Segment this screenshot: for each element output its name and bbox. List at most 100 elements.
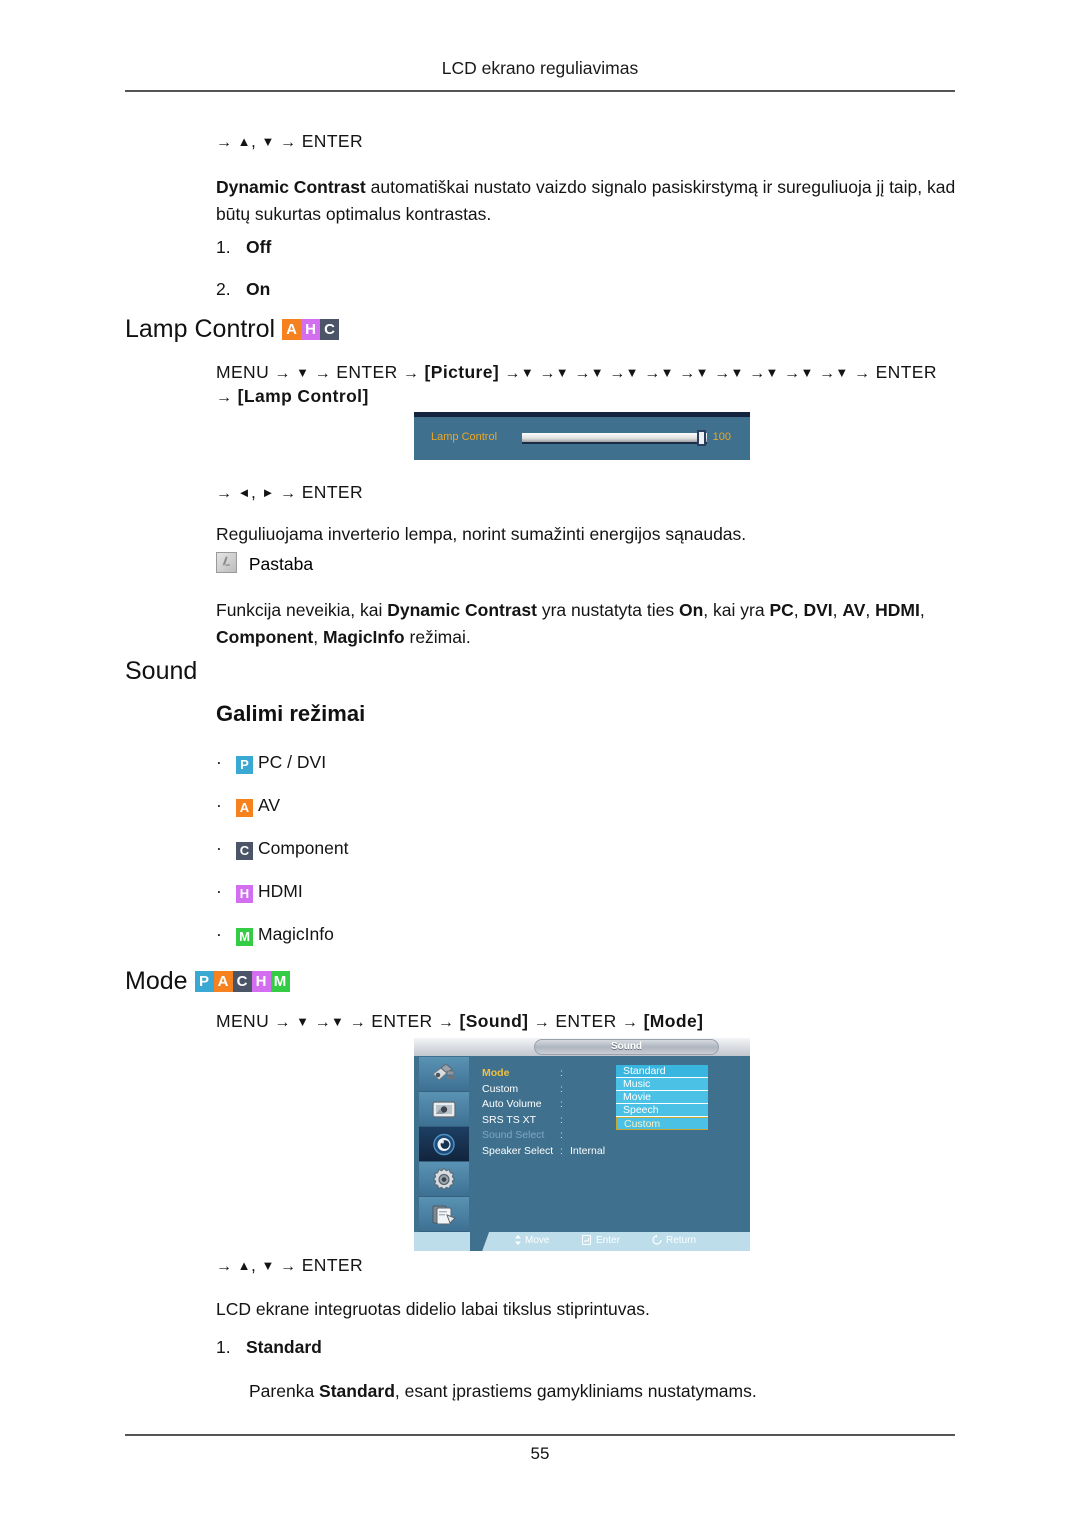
osd-menu-items: Mode: Custom: Auto Volume: SRS TS XT: So… — [482, 1066, 605, 1159]
arrow-glyph: → — [349, 1014, 366, 1031]
note-label: Pastaba — [248, 554, 314, 574]
down-arrow-icon: ▼ — [695, 365, 709, 380]
updown-arrow-icon — [515, 1235, 521, 1245]
note-line-1: Funkcija neveikia, kai Dynamic Contrast … — [216, 600, 925, 647]
arrow-glyph: → — [216, 389, 233, 406]
down-arrow-icon: ▼ — [520, 365, 535, 380]
mode-label: MagicInfo — [258, 924, 334, 944]
osd-item-label: Speaker Select — [482, 1144, 554, 1157]
osd-item-label: Custom — [482, 1082, 519, 1095]
lamp-control-heading: Lamp Control A H C — [125, 315, 340, 344]
enter-label: ENTER — [371, 1011, 433, 1031]
picture-icon[interactable] — [419, 1092, 469, 1127]
arrow-glyph: → — [280, 1258, 297, 1275]
arrow-glyph: → — [280, 134, 297, 151]
list-number: 2. — [216, 279, 231, 299]
return-arrow-icon — [652, 1235, 662, 1245]
down-arrow-icon: ▼ — [331, 1014, 345, 1029]
osd-dropdown-option-movie[interactable]: Movie — [616, 1091, 708, 1104]
osd-title-bar: Sound — [414, 1038, 750, 1056]
bullet-dot: · — [216, 795, 222, 815]
osd-dropdown-option-custom[interactable]: Custom — [616, 1117, 708, 1130]
arrow-glyph: → — [818, 365, 836, 382]
left-arrow-icon: ◄ — [237, 485, 251, 500]
badge-pc: P — [236, 756, 253, 774]
footer-divider — [125, 1434, 955, 1436]
right-arrow-icon: ► — [261, 485, 275, 500]
osd-item-sound-select: Sound Select: — [482, 1128, 605, 1144]
multi-control-icon[interactable] — [419, 1197, 469, 1232]
lamp-control-nav-line: → ◄, ► → ENTER — [216, 482, 363, 503]
osd-item-custom[interactable]: Custom: — [482, 1082, 605, 1098]
arrow-glyph: → — [574, 365, 591, 382]
dynamic-contrast-option-off: 1. Off — [216, 237, 271, 258]
mode-heading: Mode P A C H M — [125, 967, 290, 996]
osd-colon: : — [560, 1082, 563, 1095]
osd-item-srs-ts-xt[interactable]: SRS TS XT: — [482, 1113, 605, 1129]
osd-hint-label: Move — [525, 1235, 550, 1246]
lamp-control-value: 100 — [712, 431, 731, 443]
down-arrow-icon: ▼ — [835, 365, 849, 380]
osd-hint-return: Return — [652, 1235, 696, 1246]
osd-colon: : — [560, 1113, 563, 1126]
arrow-glyph: → — [621, 1014, 639, 1031]
osd-dropdown-option-speech[interactable]: Speech — [616, 1104, 708, 1117]
available-mode-av: · A AV — [216, 795, 280, 817]
osd-item-auto-volume[interactable]: Auto Volume: — [482, 1097, 605, 1113]
available-mode-component: · C Component — [216, 838, 348, 860]
bullet-dot: · — [216, 881, 222, 901]
osd-item-mode[interactable]: Mode: — [482, 1066, 605, 1082]
setup-gear-icon[interactable] — [419, 1162, 469, 1197]
lamp-control-badges: AHC — [282, 315, 340, 343]
osd-icon-column — [419, 1057, 469, 1232]
menu-label: MENU — [216, 362, 270, 382]
down-arrow-icon: ▼ — [625, 365, 639, 380]
arrow-glyph: → — [274, 365, 291, 382]
badge-pc: P — [194, 971, 214, 992]
arrow-glyph: → — [853, 365, 871, 382]
osd-lamp-control-label: Lamp Control — [431, 431, 498, 443]
badge-av: A — [282, 319, 302, 340]
lamp-control-slider-handle[interactable] — [697, 430, 706, 446]
list-number: 1. — [216, 237, 231, 257]
osd-dropdown-option-standard[interactable]: Standard — [616, 1065, 708, 1078]
osd-item-speaker-select[interactable]: Speaker Select: Internal — [482, 1144, 605, 1160]
mode-label: HDMI — [258, 881, 303, 901]
osd-item-label: Sound Select — [482, 1129, 545, 1141]
input-source-icon[interactable] — [419, 1057, 469, 1092]
list-label: Off — [246, 237, 272, 257]
comma: , — [250, 482, 257, 502]
arrow-glyph: → — [280, 485, 297, 502]
arrow-glyph: → — [314, 1014, 332, 1031]
menu-label: MENU — [216, 1011, 270, 1031]
comma: , — [250, 1255, 257, 1275]
lamp-control-menu-path: MENU → ▼ → ENTER → [Picture] →▼ →▼ →▼ →▼… — [216, 362, 937, 383]
up-arrow-icon: ▲ — [237, 134, 251, 149]
osd-colon: : — [560, 1067, 563, 1079]
note-pen-icon — [216, 552, 237, 573]
osd-dropdown-option-music[interactable]: Music — [616, 1078, 708, 1091]
available-modes-heading: Galimi režimai — [216, 701, 366, 726]
note-block: Pastaba — [216, 552, 313, 575]
enter-label: ENTER — [301, 482, 364, 502]
mode-badges: PACHM — [194, 967, 290, 995]
down-arrow-icon: ▼ — [800, 365, 814, 380]
mode-option-standard: 1. Standard — [216, 1337, 322, 1358]
lamp-control-description: Reguliuojama inverterio lempa, norint su… — [216, 521, 958, 548]
osd-colon: : — [560, 1144, 563, 1157]
arrow-glyph: → — [216, 1258, 233, 1275]
available-mode-hdmi: · H HDMI — [216, 881, 303, 903]
page-title: Lamp Control — [125, 315, 276, 343]
osd-item-label: SRS TS XT — [482, 1113, 537, 1126]
lamp-control-slider-track[interactable] — [522, 433, 707, 444]
available-mode-magicinfo: · M MagicInfo — [216, 924, 334, 946]
enter-key-icon — [581, 1234, 592, 1246]
arrow-glyph: → — [714, 365, 731, 382]
sound-icon[interactable] — [419, 1127, 469, 1162]
osd-hint-label: Return — [666, 1235, 697, 1246]
down-arrow-icon: ▼ — [660, 365, 674, 380]
osd-mode-dropdown[interactable]: Standard Music Movie Speech Custom — [616, 1065, 708, 1130]
option-desc-pre: Parenka — [249, 1381, 320, 1401]
bullet-dot: · — [216, 838, 222, 858]
down-arrow-icon: ▼ — [730, 365, 744, 380]
